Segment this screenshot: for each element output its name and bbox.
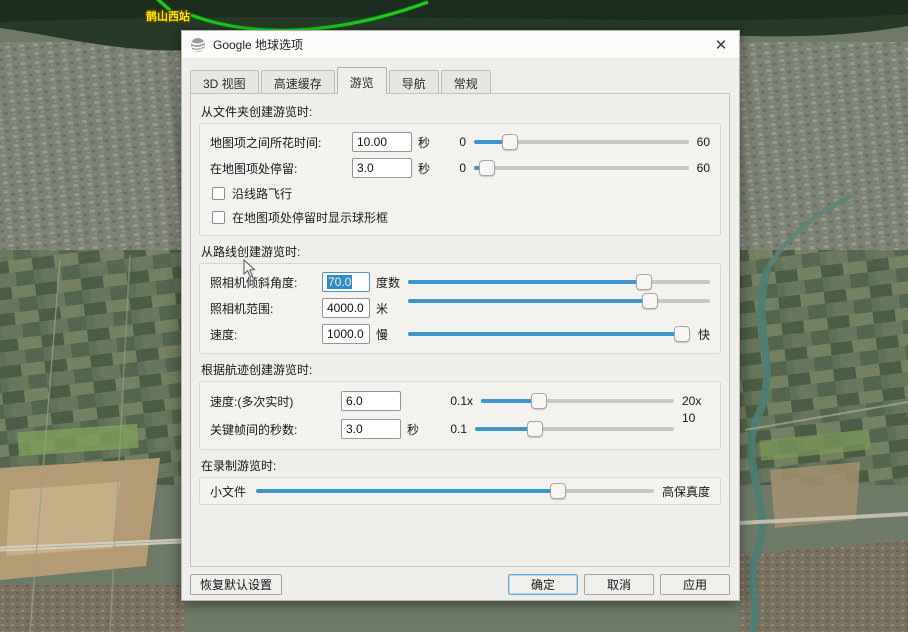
wait-at-label: 在地图项处停留: <box>210 160 352 177</box>
time-between-label: 地图项之间所花时间: <box>210 134 352 151</box>
dialog-footer: 恢复默认设置 确定 取消 应用 <box>190 573 730 595</box>
camera-tilt-unit: 度数 <box>376 274 402 291</box>
camera-range-input[interactable] <box>322 298 370 318</box>
camera-tilt-input[interactable]: 70.0 <box>322 272 370 292</box>
tab-bar: 3D 视图 高速缓存 游览 导航 常规 <box>190 68 493 94</box>
section-heading-from-track: 根据航迹创建游览时: <box>201 361 721 378</box>
row-wait-at-features: 在地图项处停留: 秒 0 60 <box>210 155 710 181</box>
tour-speed-input[interactable] <box>322 324 370 344</box>
time-between-unit: 秒 <box>418 134 444 151</box>
group-when-recording: 小文件 高保真度 <box>199 477 721 505</box>
ok-button[interactable]: 确定 <box>508 574 578 595</box>
tab-cache[interactable]: 高速缓存 <box>261 70 335 94</box>
slider-thumb[interactable] <box>636 274 652 290</box>
group-from-line: 照相机倾斜角度: 70.0 度数 照相机范围: 米 <box>199 263 721 354</box>
camera-range-label: 照相机范围: <box>210 300 322 317</box>
show-balloon-checkbox[interactable] <box>212 211 225 224</box>
wait-at-unit: 秒 <box>418 160 444 177</box>
keyframe-seconds-min: 0.1 <box>435 422 467 436</box>
group-from-track: 速度:(多次实时) 0.1x 20x 关键帧间的秒数: 秒 0.1 <box>199 381 721 450</box>
slider-fill <box>408 280 644 284</box>
slider-thumb[interactable] <box>502 134 518 150</box>
fly-along-lines-label: 沿线路飞行 <box>232 185 292 202</box>
row-keyframe-seconds: 关键帧间的秒数: 秒 0.1 10 <box>210 415 710 443</box>
camera-tilt-slider[interactable] <box>408 272 710 292</box>
time-between-slider[interactable] <box>474 132 689 152</box>
small-file-label: 小文件 <box>210 483 246 500</box>
touring-tab-page: 从文件夹创建游览时: 地图项之间所花时间: 秒 0 60 在地图项处停留: 秒 … <box>190 93 730 567</box>
group-from-folder: 地图项之间所花时间: 秒 0 60 在地图项处停留: 秒 0 <box>199 123 721 236</box>
keyframe-seconds-max: 10 <box>682 411 710 425</box>
apply-button[interactable]: 应用 <box>660 574 730 595</box>
mouse-cursor <box>243 259 257 279</box>
slider-fill <box>256 489 558 493</box>
show-balloon-label: 在地图项处停留时显示球形框 <box>232 209 388 226</box>
recording-quality-slider[interactable] <box>256 481 654 501</box>
keyframe-seconds-input[interactable] <box>341 419 401 439</box>
slider-fill <box>408 332 682 336</box>
row-show-balloon: 在地图项处停留时显示球形框 <box>210 205 710 229</box>
wait-at-input[interactable] <box>352 158 412 178</box>
section-heading-from-line: 从路线创建游览时: <box>201 243 721 260</box>
time-between-input[interactable] <box>352 132 412 152</box>
wait-at-min: 0 <box>450 161 466 175</box>
slider-thumb[interactable] <box>550 483 566 499</box>
track-speed-max: 20x <box>682 394 710 408</box>
slider-track <box>474 166 689 170</box>
slider-thumb[interactable] <box>531 393 547 409</box>
screen: { "map": { "station_label": "鹊山西站", "rou… <box>0 0 908 632</box>
row-camera-range: 照相机范围: 米 <box>210 295 710 321</box>
restore-defaults-button[interactable]: 恢复默认设置 <box>190 574 282 595</box>
section-heading-when-recording: 在录制游览时: <box>201 457 721 474</box>
slider-fill <box>475 427 535 431</box>
slider-fill <box>408 299 650 303</box>
wait-at-slider[interactable] <box>474 158 689 178</box>
time-between-min: 0 <box>450 135 466 149</box>
tab-navigation[interactable]: 导航 <box>389 70 439 94</box>
slider-thumb[interactable] <box>479 160 495 176</box>
section-heading-from-folder: 从文件夹创建游览时: <box>201 103 721 120</box>
tour-speed-slow-label: 慢 <box>376 326 402 343</box>
row-time-between-features: 地图项之间所花时间: 秒 0 60 <box>210 129 710 155</box>
dialog-title: Google 地球选项 <box>213 36 303 53</box>
station-placemark-label: 鹊山西站 <box>146 9 190 23</box>
wait-at-max: 60 <box>697 161 710 175</box>
keyframe-seconds-label: 关键帧间的秒数: <box>210 421 341 438</box>
keyframe-seconds-unit: 秒 <box>407 421 433 438</box>
row-recording-quality: 小文件 高保真度 <box>210 480 710 502</box>
fly-along-lines-checkbox[interactable] <box>212 187 225 200</box>
tab-touring[interactable]: 游览 <box>337 67 387 94</box>
google-earth-options-dialog: Google 地球选项 ✕ 3D 视图 高速缓存 游览 导航 常规 从文件夹创建… <box>181 30 740 601</box>
camera-tilt-label: 照相机倾斜角度: <box>210 274 322 291</box>
tour-speed-label: 速度: <box>210 326 322 343</box>
tab-general[interactable]: 常规 <box>441 70 491 94</box>
camera-range-unit: 米 <box>376 300 402 317</box>
selected-text: 70.0 <box>327 275 352 289</box>
dialog-titlebar[interactable]: Google 地球选项 ✕ <box>182 31 739 59</box>
camera-range-slider[interactable] <box>408 291 710 311</box>
cancel-button[interactable]: 取消 <box>584 574 654 595</box>
tab-3d-view[interactable]: 3D 视图 <box>190 70 259 94</box>
track-speed-input[interactable] <box>341 391 401 411</box>
track-speed-slider[interactable] <box>481 391 674 411</box>
track-speed-min: 0.1x <box>435 394 473 408</box>
tour-speed-fast-label: 快 <box>698 326 710 343</box>
slider-thumb[interactable] <box>674 326 690 342</box>
high-fidelity-label: 高保真度 <box>662 483 710 500</box>
track-speed-label: 速度:(多次实时) <box>210 393 341 410</box>
close-icon[interactable]: ✕ <box>711 35 731 55</box>
slider-thumb[interactable] <box>527 421 543 437</box>
time-between-max: 60 <box>697 135 710 149</box>
keyframe-seconds-slider[interactable] <box>475 419 674 439</box>
google-earth-globe-icon <box>190 37 206 53</box>
row-tour-speed: 速度: 慢 快 <box>210 321 710 347</box>
row-track-speed: 速度:(多次实时) 0.1x 20x <box>210 387 710 415</box>
slider-thumb[interactable] <box>642 293 658 309</box>
tour-speed-slider[interactable] <box>408 324 690 344</box>
row-fly-along-lines: 沿线路飞行 <box>210 181 710 205</box>
